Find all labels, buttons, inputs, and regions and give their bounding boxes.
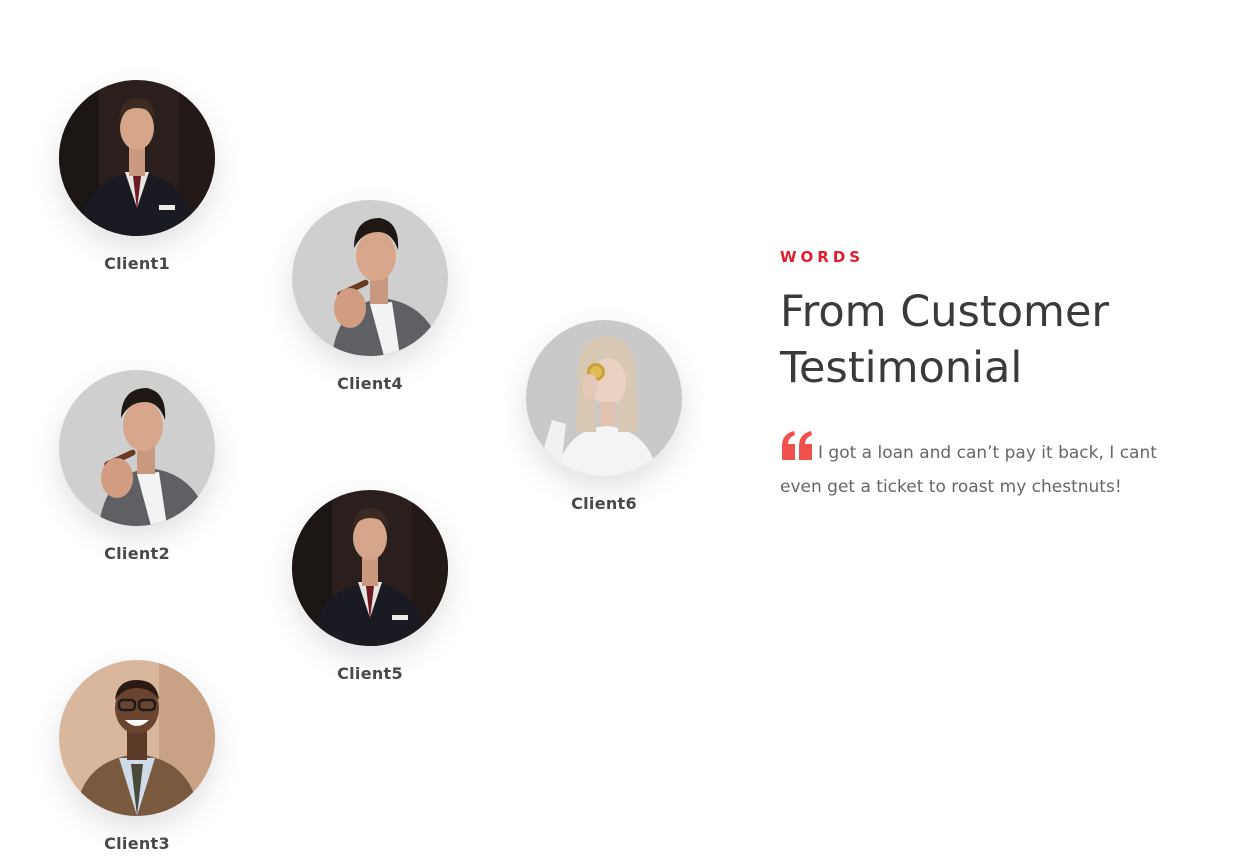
section-eyebrow: WORDS	[780, 248, 865, 266]
client-card-4[interactable]: Client4	[292, 200, 448, 393]
testimonial-section: Client1 Client4 Client2 Client6 Client5 …	[0, 0, 1241, 861]
client-card-2[interactable]: Client2	[59, 370, 215, 563]
client-name-6: Client6	[571, 494, 637, 513]
client-card-6[interactable]: Client6	[526, 320, 682, 513]
client-name-5: Client5	[337, 664, 403, 683]
client-avatar-4[interactable]	[292, 200, 448, 356]
testimonial-quote: I got a loan and can’t pay it back, I ca…	[780, 430, 1170, 504]
client-avatar-3[interactable]	[59, 660, 215, 816]
testimonial-content: WORDS From Customer Testimonial I got a …	[780, 248, 1180, 504]
quote-icon	[780, 430, 814, 460]
client-avatar-2[interactable]	[59, 370, 215, 526]
client-avatar-1[interactable]	[59, 80, 215, 236]
client-name-1: Client1	[104, 254, 170, 273]
client-card-5[interactable]: Client5	[292, 490, 448, 683]
quote-text: I got a loan and can’t pay it back, I ca…	[780, 443, 1157, 497]
section-heading: From Customer Testimonial	[780, 287, 1110, 393]
client-name-2: Client2	[104, 544, 170, 563]
client-avatar-5[interactable]	[292, 490, 448, 646]
client-name-3: Client3	[104, 834, 170, 853]
client-avatar-6[interactable]	[526, 320, 682, 476]
client-card-3[interactable]: Client3	[59, 660, 215, 853]
client-card-1[interactable]: Client1	[59, 80, 215, 273]
client-name-4: Client4	[337, 374, 403, 393]
